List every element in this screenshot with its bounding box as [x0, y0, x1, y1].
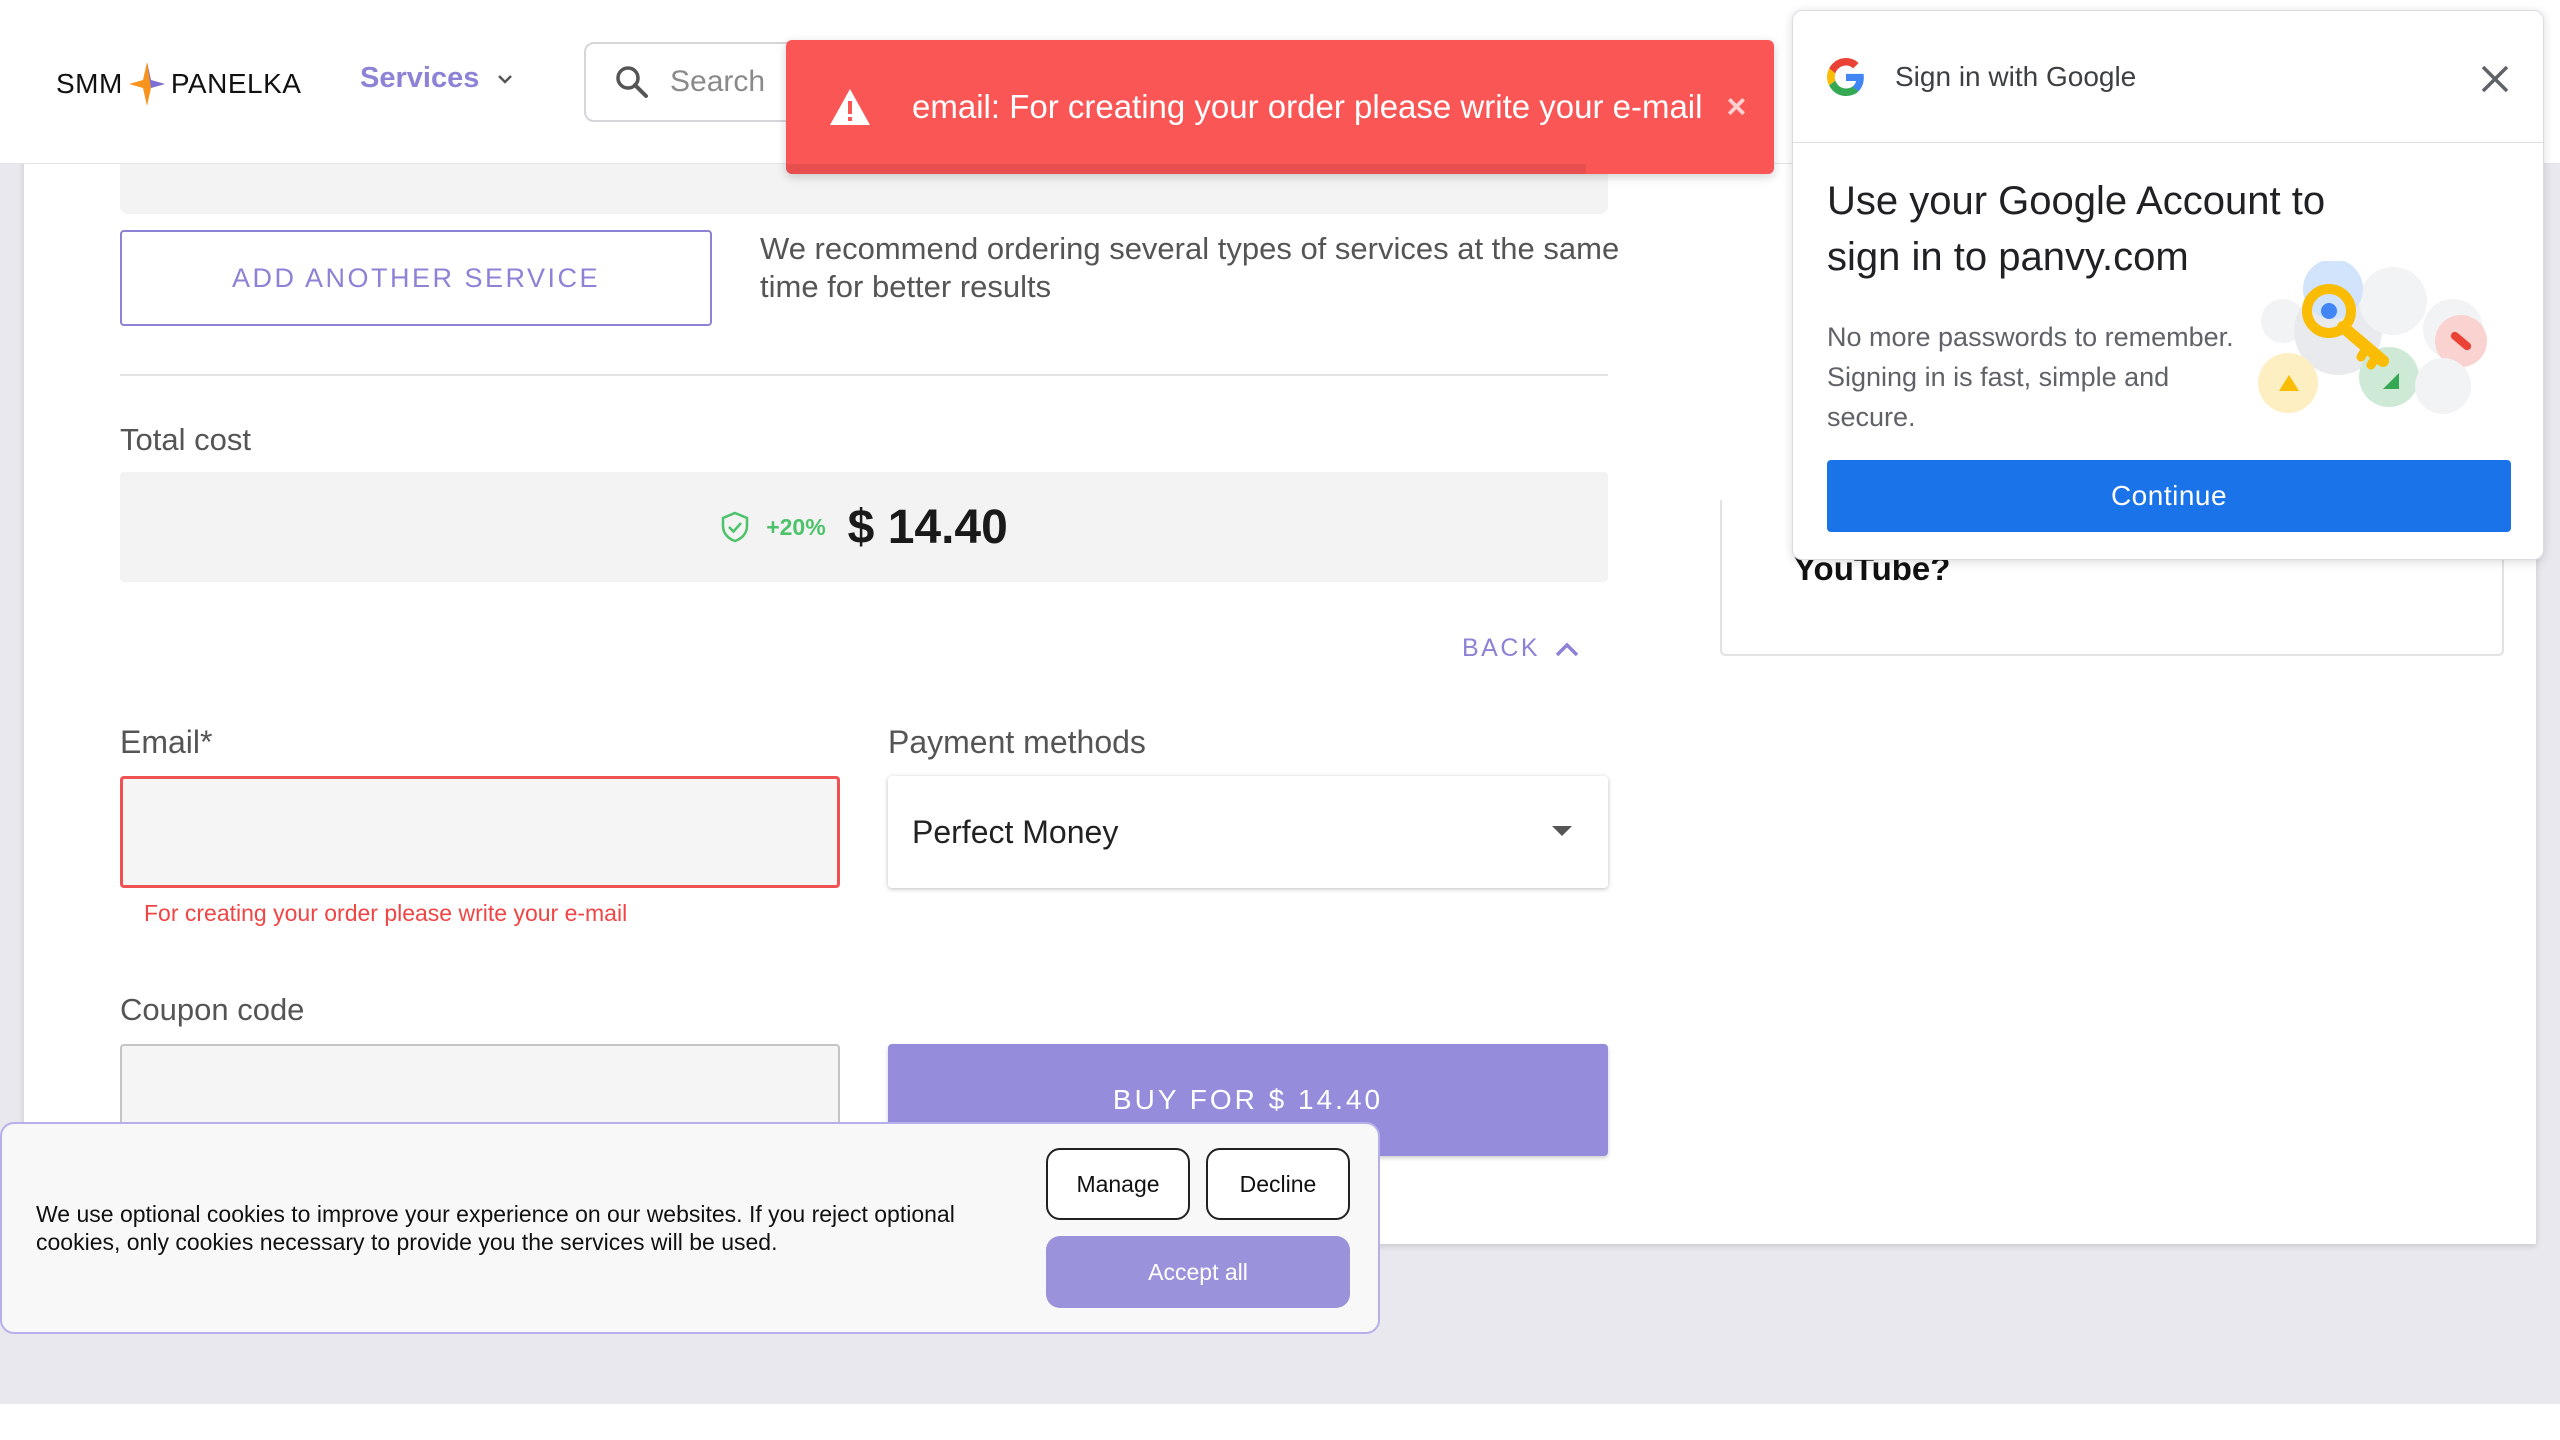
manage-cookies-button[interactable]: Manage	[1046, 1148, 1190, 1220]
cookie-text: We use optional cookies to improve your …	[36, 1201, 955, 1255]
email-error-text: For creating your order please write you…	[144, 900, 628, 926]
total-cost-box: +20% $ 14.40	[120, 472, 1608, 582]
bottom-strip	[0, 1404, 2560, 1440]
toast-close-icon[interactable]: ×	[1726, 88, 1746, 127]
google-signin-popup: Sign in with Google Use your Google Acco…	[1792, 10, 2544, 560]
divider	[120, 374, 1608, 376]
google-g-icon	[1827, 57, 1864, 96]
dropdown-arrow-icon	[1552, 826, 1572, 836]
chevron-down-icon	[498, 74, 513, 84]
logo[interactable]: SMM PANELKA	[56, 60, 301, 108]
payment-methods-label: Payment methods	[888, 724, 1146, 760]
shield-check-icon	[721, 511, 749, 543]
email-label: Email*	[120, 724, 213, 760]
logo-text-left: SMM	[56, 68, 123, 99]
payment-method-value: Perfect Money	[912, 813, 1119, 850]
payment-method-select[interactable]: Perfect Money	[888, 776, 1608, 888]
google-signin-header-text: Sign in with Google	[1895, 60, 2137, 92]
logo-text-right: PANELKA	[170, 68, 302, 99]
search-icon	[616, 66, 648, 98]
email-field[interactable]	[120, 776, 840, 888]
back-button[interactable]: BACK	[1462, 634, 1580, 663]
total-price: $ 14.40	[847, 500, 1008, 554]
cookie-banner: We use optional cookies to improve your …	[0, 1122, 1380, 1334]
nav-services-label: Services	[360, 62, 480, 94]
chevron-up-icon	[1555, 642, 1579, 656]
toast-progress-bar	[786, 164, 1587, 174]
discount-badge: +20%	[766, 513, 826, 540]
total-cost-label: Total cost	[120, 422, 251, 457]
warning-icon	[830, 89, 870, 125]
nav-services-dropdown[interactable]: Services	[360, 62, 515, 95]
accept-all-cookies-button[interactable]: Accept all	[1046, 1236, 1350, 1308]
recommend-text: We recommend ordering several types of s…	[760, 231, 1620, 304]
sparkle-icon	[128, 62, 165, 106]
google-continue-button[interactable]: Continue	[1827, 460, 2511, 532]
google-signin-description: No more passwords to remember. Signing i…	[1827, 322, 2234, 432]
close-icon[interactable]	[2477, 61, 2513, 97]
google-signin-header: Sign in with Google	[1793, 11, 2543, 143]
decline-cookies-button[interactable]: Decline	[1206, 1148, 1350, 1220]
add-another-service-button[interactable]: ADD ANOTHER SERVICE	[120, 230, 712, 326]
toast-message: email: For creating your order please wr…	[912, 88, 1703, 125]
coupon-code-label: Coupon code	[120, 992, 305, 1027]
error-toast: email: For creating your order please wr…	[786, 40, 1774, 174]
back-label: BACK	[1462, 634, 1541, 662]
key-illustration-icon	[2258, 261, 2487, 414]
